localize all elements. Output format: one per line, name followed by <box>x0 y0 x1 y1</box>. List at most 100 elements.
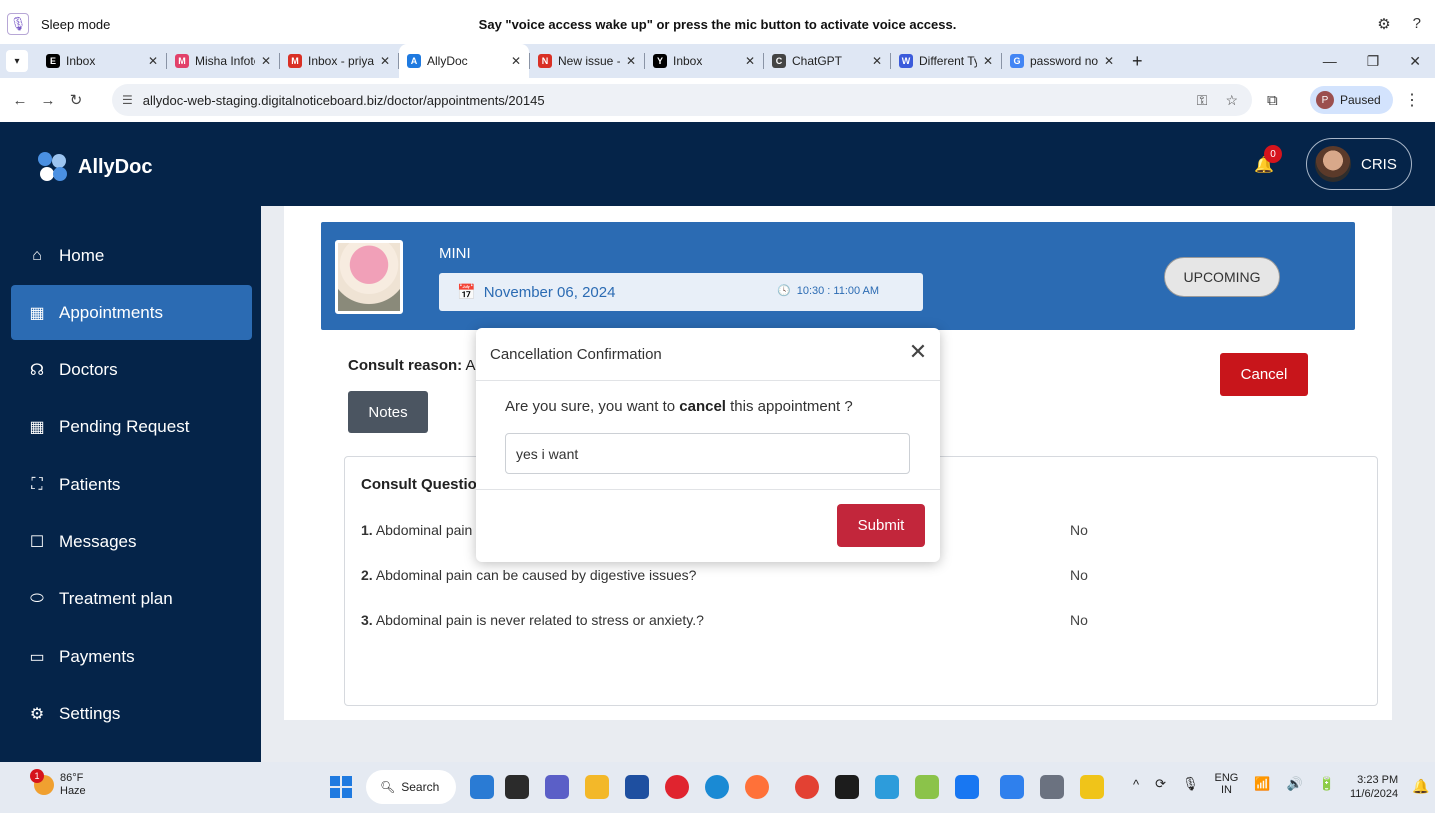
taskbar-search[interactable]: 🔍︎ Search <box>366 770 456 804</box>
gear-icon[interactable]: ⚙ <box>1377 15 1390 33</box>
favicon-icon: W <box>899 54 913 68</box>
browser-tab[interactable]: C ChatGPT ✕ <box>764 46 890 76</box>
sync-icon[interactable]: ⟳ <box>1155 776 1166 792</box>
teams-icon[interactable] <box>545 775 569 799</box>
browser-tab[interactable]: E Inbox ✕ <box>38 46 166 76</box>
forward-icon[interactable]: → <box>34 92 62 109</box>
favicon-icon: E <box>46 54 60 68</box>
stethoscope-icon: ☊ <box>29 362 45 380</box>
sidebar: ⌂ Home ▦ Appointments ☊ Doctors ▦ Pending Reque… <box>0 206 261 762</box>
tab-close-icon[interactable]: ✕ <box>983 54 993 68</box>
windows-start-icon[interactable] <box>330 776 352 798</box>
taskbar-clock[interactable]: 3:23 PM 11/6/2024 <box>1350 773 1398 801</box>
copilot-icon[interactable] <box>470 775 494 799</box>
site-settings-icon[interactable]: ☰ <box>122 93 133 107</box>
address-bar[interactable]: ☰ allydoc-web-staging.digitalnoticeboard… <box>112 84 1252 116</box>
sidebar-item-treatment-plan[interactable]: ⬭ Treatment plan <box>11 572 252 627</box>
mic-icon[interactable]: 🎙 <box>1182 776 1199 792</box>
sidebar-item-pending-request[interactable]: ▦ Pending Request <box>11 400 252 455</box>
battery-icon[interactable]: 🔋 <box>1319 776 1335 792</box>
skype-icon[interactable] <box>955 775 979 799</box>
sidebar-item-patients[interactable]: ⛶ Patients <box>11 457 252 512</box>
user-menu[interactable]: CRIS <box>1306 138 1412 190</box>
sidebar-item-home[interactable]: ⌂ Home <box>11 228 252 283</box>
new-tab-icon[interactable]: + <box>1132 51 1143 72</box>
tab-close-icon[interactable]: ✕ <box>511 54 521 68</box>
weather-badge: 1 <box>30 769 44 783</box>
notification-icon[interactable]: 🔔 <box>1412 778 1429 795</box>
url-text[interactable]: allydoc-web-staging.digitalnoticeboard.b… <box>143 93 545 108</box>
mic-icon[interactable]: 🎙 <box>7 13 29 35</box>
close-window-icon[interactable]: ✕ <box>1409 53 1421 70</box>
sticky-notes-icon[interactable] <box>835 775 859 799</box>
extensions-icon[interactable]: ⧉ <box>1267 92 1278 109</box>
weather-widget[interactable]: 1 86°F Haze <box>30 769 86 798</box>
language-indicator[interactable]: ENG IN <box>1215 772 1239 796</box>
question-row: 2. Abdominal pain can be caused by diges… <box>361 567 1361 583</box>
cancel-appointment-button[interactable]: Cancel <box>1220 353 1308 396</box>
app-icon[interactable] <box>1080 775 1104 799</box>
sidebar-item-settings[interactable]: ⚙ Settings <box>11 686 252 741</box>
edge-icon[interactable] <box>705 775 729 799</box>
sidebar-item-label: Patients <box>59 474 121 494</box>
bed-icon: ⛶ <box>31 475 43 493</box>
key-icon[interactable]: ⚿ <box>1197 92 1208 109</box>
browser-tab[interactable]: M Misha Infotec ✕ <box>167 46 279 76</box>
minimize-icon[interactable]: — <box>1323 53 1337 70</box>
settings-app-icon[interactable] <box>1040 775 1064 799</box>
menu-icon[interactable]: ⋮ <box>1404 90 1420 110</box>
sidebar-item-appointments[interactable]: ▦ Appointments <box>11 285 252 341</box>
paint-icon[interactable] <box>915 775 939 799</box>
back-icon[interactable]: ← <box>6 92 34 109</box>
modal-header: Cancellation Confirmation ✕ <box>476 328 940 381</box>
chevron-up-icon[interactable]: ^ <box>1133 777 1139 792</box>
sidebar-item-doctors[interactable]: ☊ Doctors <box>11 343 252 398</box>
tab-close-icon[interactable]: ✕ <box>872 54 882 68</box>
star-icon[interactable]: ☆ <box>1225 92 1238 109</box>
tab-close-icon[interactable]: ✕ <box>148 54 158 68</box>
calendar-icon: 📅 <box>457 284 476 301</box>
calendar-icon: ▦ <box>29 419 45 437</box>
profile-button[interactable]: P Paused <box>1310 86 1393 114</box>
help-icon[interactable]: ? <box>1413 15 1421 33</box>
gear-icon: ⚙ <box>29 705 45 723</box>
browser-tab[interactable]: A AllyDoc ✕ <box>399 44 529 78</box>
sidebar-item-messages[interactable]: ☐ Messages <box>11 515 252 570</box>
browser-tab[interactable]: N New issue - A ✕ <box>530 46 644 76</box>
notes-button[interactable]: Notes <box>348 391 428 433</box>
favicon-icon: M <box>288 54 302 68</box>
app-icon[interactable] <box>1000 775 1024 799</box>
tab-title: AllyDoc <box>427 54 468 68</box>
store-icon[interactable] <box>625 775 649 799</box>
sidebar-item-payments[interactable]: ▭ Payments <box>11 629 252 684</box>
tab-close-icon[interactable]: ✕ <box>626 54 636 68</box>
modal-question-start: Are you sure, you want to <box>505 398 680 415</box>
volume-icon[interactable]: 🔊 <box>1287 776 1303 792</box>
bell-icon[interactable]: 🔔 0 <box>1254 145 1282 177</box>
appointment-datetime: 📅 November 06, 2024 🕓 10:30 : 11:00 AM <box>439 273 923 311</box>
close-icon[interactable]: ✕ <box>906 340 930 366</box>
tab-close-icon[interactable]: ✕ <box>261 54 271 68</box>
reload-icon[interactable]: ↻ <box>62 91 90 109</box>
file-explorer-icon[interactable] <box>585 775 609 799</box>
browser-tab[interactable]: M Inbox - priyan ✕ <box>280 46 398 76</box>
browser-tab[interactable]: W Different Typ ✕ <box>891 46 1001 76</box>
patient-photo <box>335 240 403 314</box>
app-icon[interactable] <box>875 775 899 799</box>
restore-icon[interactable]: ❐ <box>1367 53 1380 70</box>
browser-tab[interactable]: Y Inbox ✕ <box>645 46 763 76</box>
task-view-icon[interactable] <box>505 775 529 799</box>
opera-icon[interactable] <box>665 775 689 799</box>
app-logo[interactable]: AllyDoc <box>38 152 152 182</box>
cancellation-reason-input[interactable] <box>505 433 910 474</box>
tab-title: Inbox <box>66 54 96 68</box>
tab-close-icon[interactable]: ✕ <box>745 54 755 68</box>
wifi-icon[interactable]: 📶 <box>1254 776 1270 792</box>
browser-tab[interactable]: Gpassword no ✕ <box>1002 46 1122 76</box>
tab-search-icon[interactable]: ▾ <box>6 50 28 72</box>
chrome-icon[interactable] <box>795 775 819 799</box>
firefox-icon[interactable] <box>745 775 769 799</box>
tab-close-icon[interactable]: ✕ <box>1104 54 1114 68</box>
submit-button[interactable]: Submit <box>837 504 925 547</box>
tab-close-icon[interactable]: ✕ <box>380 54 390 68</box>
